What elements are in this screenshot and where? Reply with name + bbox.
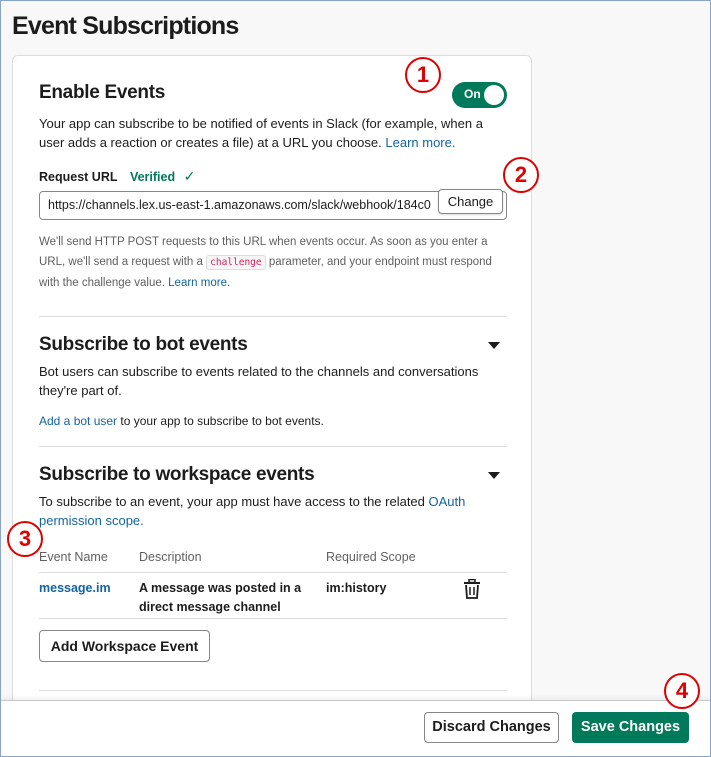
enable-events-title: Enable Events <box>39 82 165 103</box>
table-header-divider <box>39 572 507 573</box>
toggle-label: On <box>464 87 481 101</box>
page-title: Event Subscriptions <box>12 12 239 40</box>
bot-events-description: Bot users can subscribe to events relate… <box>39 364 479 398</box>
request-url-help: We'll send HTTP POST requests to this UR… <box>39 232 507 293</box>
checkmark-icon: ✓ <box>183 168 196 184</box>
table-row-divider <box>39 618 507 619</box>
divider <box>39 316 507 317</box>
challenge-code: challenge <box>206 255 266 270</box>
enable-events-description: Your app can subscribe to be notified of… <box>39 114 507 152</box>
request-url-label-row: Request URL Verified ✓ <box>39 168 507 186</box>
annotation-badge-1: 1 <box>405 57 441 93</box>
column-header-description: Description <box>139 550 202 564</box>
workspace-events-expand-icon[interactable] <box>488 472 500 479</box>
annotation-badge-2: 2 <box>503 157 539 193</box>
workspace-events-description-text: To subscribe to an event, your app must … <box>39 494 425 509</box>
enable-events-toggle[interactable]: On <box>452 82 507 108</box>
bot-events-expand-icon[interactable] <box>488 342 500 349</box>
column-header-event-name: Event Name <box>39 550 108 564</box>
add-bot-user-row: Add a bot user to your app to subscribe … <box>39 412 507 431</box>
request-url-label: Request URL <box>39 170 118 184</box>
add-bot-user-link[interactable]: Add a bot user <box>39 414 117 428</box>
annotation-badge-3: 3 <box>7 521 43 557</box>
event-name-link[interactable]: message.im <box>39 579 111 598</box>
add-workspace-event-button[interactable]: Add Workspace Event <box>39 630 210 662</box>
learn-more-link[interactable]: Learn more. <box>385 135 455 150</box>
change-url-button[interactable]: Change <box>438 189 503 214</box>
add-bot-user-suffix: to your app to subscribe to bot events. <box>120 414 324 428</box>
verified-label: Verified <box>129 170 176 184</box>
toggle-knob <box>484 85 504 105</box>
event-subscriptions-card: Enable Events On Your app can subscribe … <box>12 55 532 715</box>
discard-changes-button[interactable]: Discard Changes <box>424 712 559 743</box>
column-header-required-scope: Required Scope <box>326 550 416 564</box>
divider <box>39 446 507 447</box>
help-learn-more-link[interactable]: Learn more. <box>168 277 230 289</box>
bot-events-title: Subscribe to bot events <box>39 334 248 355</box>
event-scope: im:history <box>326 581 387 595</box>
annotation-badge-4: 4 <box>664 673 700 709</box>
divider <box>39 690 507 691</box>
event-name-text[interactable]: message.im <box>39 581 111 595</box>
event-description: A message was posted in a direct message… <box>139 581 302 614</box>
workspace-events-description: To subscribe to an event, your app must … <box>39 492 507 530</box>
request-url-input[interactable]: https://channels.lex.us-east-1.amazonaws… <box>39 191 507 220</box>
trash-icon[interactable] <box>463 579 481 599</box>
save-changes-button[interactable]: Save Changes <box>572 712 689 743</box>
workspace-events-title: Subscribe to workspace events <box>39 464 315 485</box>
